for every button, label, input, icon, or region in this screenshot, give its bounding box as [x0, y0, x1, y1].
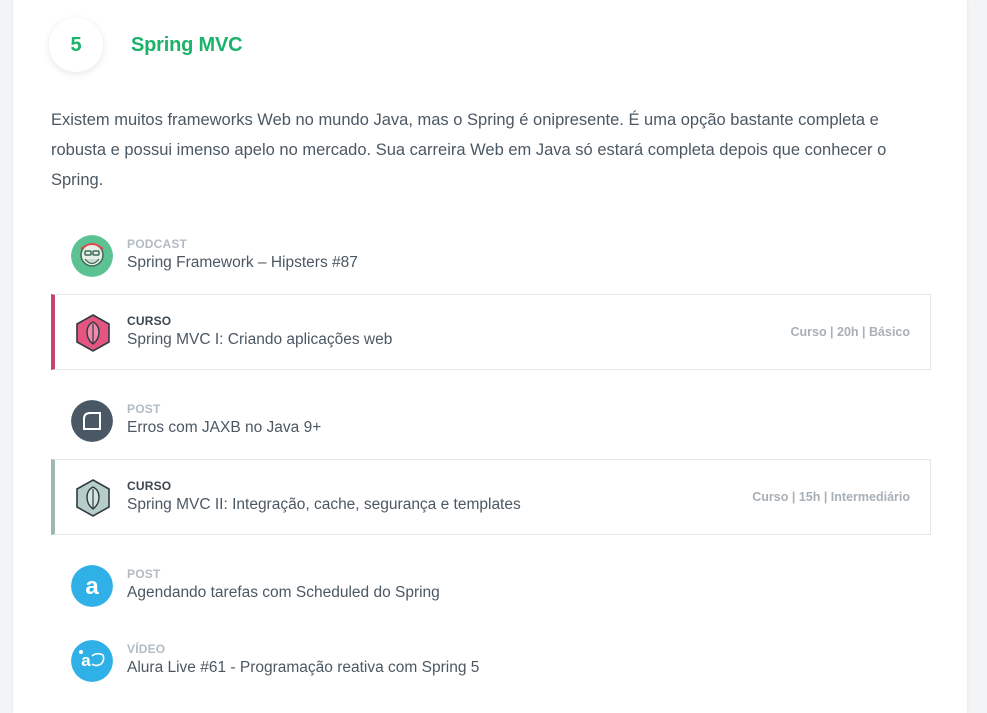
item-title: Spring Framework – Hipsters #87 [127, 254, 358, 271]
item-kind: VÍDEO [127, 642, 166, 656]
step-description: Existem muitos frameworks Web no mundo J… [51, 111, 887, 189]
alura-live-icon: a [71, 640, 113, 682]
list-item-course[interactable]: CURSO Spring MVC I: Criando aplicações w… [51, 294, 931, 370]
item-kind: PODCAST [127, 237, 188, 251]
item-kind: CURSO [127, 479, 172, 493]
spring-course-icon [76, 479, 110, 517]
list-item-video[interactable]: a VÍDEO Alura Live #61 - Programação rea… [51, 623, 931, 699]
post-icon [71, 400, 113, 442]
step-number-badge: 5 [49, 18, 103, 72]
item-title: Erros com JAXB no Java 9+ [127, 419, 322, 436]
course-meta: Curso | 15h | Intermediário [752, 490, 910, 504]
list-item-podcast[interactable]: PODCAST Spring Framework – Hipsters #87 [51, 218, 931, 294]
step-title: Spring MVC [131, 34, 243, 56]
item-kind: CURSO [127, 314, 172, 328]
item-title: Alura Live #61 - Programação reativa com… [127, 659, 480, 676]
svg-text:a: a [81, 651, 91, 670]
item-title: Spring MVC I: Criando aplicações web [127, 331, 393, 348]
step-number: 5 [70, 33, 82, 56]
hipsters-podcast-icon [71, 235, 113, 277]
item-kind: POST [127, 567, 161, 581]
list-item-post[interactable]: POST Erros com JAXB no Java 9+ [51, 383, 931, 459]
item-kind: POST [127, 402, 161, 416]
step-card: 5 Spring MVC Existem muitos frameworks W… [13, 0, 967, 713]
course-meta: Curso | 20h | Básico [790, 325, 910, 339]
item-title: Spring MVC II: Integração, cache, segura… [127, 496, 521, 513]
spring-course-icon [76, 314, 110, 352]
list-item-course[interactable]: CURSO Spring MVC II: Integração, cache, … [51, 459, 931, 535]
svg-text:a: a [85, 573, 99, 600]
list-item-post[interactable]: a POST Agendando tarefas com Scheduled d… [51, 548, 931, 624]
item-title: Agendando tarefas com Scheduled do Sprin… [127, 584, 440, 601]
alura-post-icon: a [71, 565, 113, 607]
